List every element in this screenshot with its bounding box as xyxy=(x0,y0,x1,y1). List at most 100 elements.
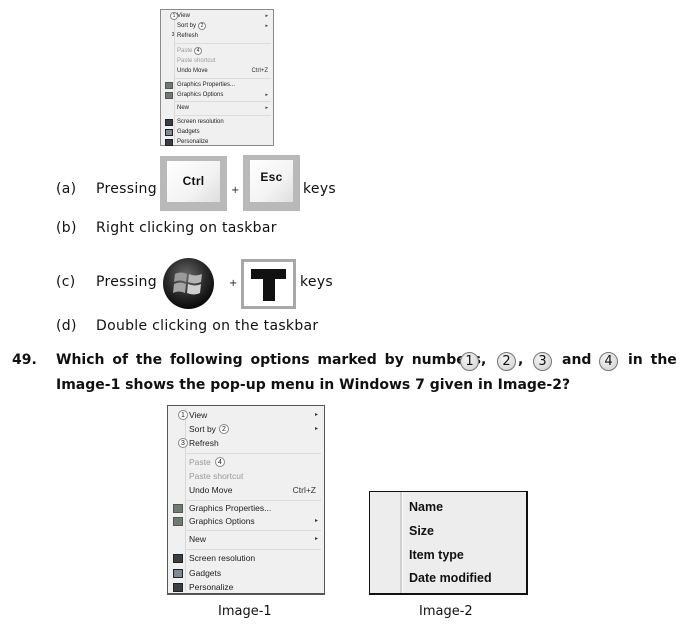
menu-separator xyxy=(175,115,271,116)
menu-item-paste-shortcut[interactable]: Paste shortcut xyxy=(168,469,324,483)
question-number: 49. xyxy=(12,352,37,368)
marker-4: 4 xyxy=(215,457,225,467)
gadgets-icon xyxy=(173,569,183,578)
menu-item-paste-shortcut[interactable]: Paste shortcut xyxy=(161,56,273,66)
submenu-arrow-icon: ▸ xyxy=(314,412,318,418)
marker-2: 2 xyxy=(497,352,516,371)
menu-item-label: Undo Move xyxy=(189,485,233,495)
option-suffix: keys xyxy=(303,181,337,197)
esc-key-icon: Esc xyxy=(243,155,300,211)
question-text-line2: Image-1 shows the pop-up menu in Windows… xyxy=(56,377,571,393)
menu-item-gadgets[interactable]: Gadgets xyxy=(168,566,324,580)
menu-separator xyxy=(175,43,271,44)
menu-item-undo-move[interactable]: Undo Move Ctrl+Z xyxy=(161,66,273,76)
menu-item-label: Paste shortcut xyxy=(189,471,244,481)
menu-item-new[interactable]: New ▸ xyxy=(161,103,273,113)
image-1-caption: Image-1 xyxy=(218,604,272,619)
menu-item-view[interactable]: 1 View ▸ xyxy=(161,11,273,21)
marker-4: 4 xyxy=(599,352,618,371)
submenu-item-name[interactable]: Name xyxy=(409,500,443,514)
menu-item-label: Graphics Properties... xyxy=(189,503,272,513)
menu-item-label: Personalize xyxy=(177,139,209,145)
submenu-arrow-icon: ▸ xyxy=(314,426,318,432)
menu-item-label: New xyxy=(177,105,190,111)
menu-item-label: Paste xyxy=(189,457,211,467)
menu-item-label: Screen resolution xyxy=(189,553,256,563)
menu-gutter xyxy=(400,492,403,593)
menu-item-personalize[interactable]: Personalize xyxy=(168,580,324,594)
menu-item-label: Refresh xyxy=(177,33,199,39)
submenu-arrow-icon: ▸ xyxy=(265,105,268,111)
menu-item-screen-resolution[interactable]: Screen resolution xyxy=(161,117,273,127)
menu-separator xyxy=(186,530,321,531)
monitor-icon xyxy=(173,554,183,563)
marker-2: 2 xyxy=(219,424,229,434)
menu-item-label: Screen resolution xyxy=(177,119,224,125)
windows-logo-key-icon xyxy=(163,258,214,309)
submenu-item-size[interactable]: Size xyxy=(409,524,434,538)
menu-item-sort-by[interactable]: Sort by 2 ▸ xyxy=(161,21,273,31)
question-text-line1-end: in the xyxy=(628,352,677,368)
menu-item-refresh[interactable]: 3 Refresh xyxy=(161,31,273,41)
menu-item-graphics-options[interactable]: Graphics Options ▸ xyxy=(161,90,273,100)
menu-item-label: New xyxy=(189,534,207,544)
menu-item-label: Personalize xyxy=(189,582,234,592)
menu-item-shortcut: Ctrl+Z xyxy=(292,485,316,495)
option-suffix: keys xyxy=(300,274,334,290)
graphics-icon xyxy=(173,504,183,513)
menu-separator xyxy=(175,101,271,102)
graphics-icon xyxy=(165,92,173,99)
key-label: Ctrl xyxy=(182,174,205,188)
gadgets-icon xyxy=(165,129,173,136)
menu-item-label: Gadgets xyxy=(177,129,200,135)
menu-item-label: View xyxy=(189,410,208,420)
comma: , xyxy=(481,352,487,368)
menu-item-personalize[interactable]: Personalize xyxy=(161,137,273,147)
submenu-arrow-icon: ▸ xyxy=(314,518,318,524)
menu-item-shortcut: Ctrl+Z xyxy=(251,68,269,74)
option-letter: (d) xyxy=(56,318,77,334)
submenu-arrow-icon: ▸ xyxy=(314,536,318,542)
option-letter: (a) xyxy=(56,181,77,197)
menu-item-paste[interactable]: Paste 4 xyxy=(161,46,273,56)
comma: , xyxy=(518,352,524,368)
marker-3: 3 xyxy=(533,352,552,371)
menu-item-undo-move[interactable]: Undo Move Ctrl+Z xyxy=(168,483,324,497)
image-2-sort-submenu: Name Size Item type Date modified xyxy=(369,491,528,595)
image-1-context-menu: 1 View ▸ Sort by 2 ▸ 3 Refresh Paste 4 P… xyxy=(167,405,325,595)
menu-item-graphics-options[interactable]: Graphics Options ▸ xyxy=(168,514,324,528)
menu-item-view[interactable]: 1 View ▸ xyxy=(168,408,324,422)
menu-item-label: Sort by xyxy=(189,424,216,434)
submenu-item-date-modified[interactable]: Date modified xyxy=(409,571,492,585)
menu-item-graphics-properties[interactable]: Graphics Properties... xyxy=(161,80,273,90)
menu-item-screen-resolution[interactable]: Screen resolution xyxy=(168,551,324,565)
menu-item-label: Graphics Properties... xyxy=(177,82,236,88)
graphics-icon xyxy=(173,517,183,526)
menu-item-new[interactable]: New ▸ xyxy=(168,532,324,546)
menu-separator xyxy=(186,453,321,454)
menu-item-label: Refresh xyxy=(189,438,219,448)
menu-item-label: Paste shortcut xyxy=(177,58,216,64)
option-text: Right clicking on taskbar xyxy=(96,220,277,236)
menu-item-refresh[interactable]: 3 Refresh xyxy=(168,436,324,450)
marker-1: 1 xyxy=(460,352,479,371)
option-letter: (c) xyxy=(56,274,76,290)
menu-item-graphics-properties[interactable]: Graphics Properties... xyxy=(168,501,324,515)
option-letter: (b) xyxy=(56,220,77,236)
submenu-item-item-type[interactable]: Item type xyxy=(409,548,464,562)
menu-item-paste[interactable]: Paste 4 xyxy=(168,455,324,469)
menu-item-label: Graphics Options xyxy=(189,516,255,526)
menu-item-label: Gadgets xyxy=(189,568,222,578)
menu-item-label: Paste xyxy=(177,48,193,54)
menu-separator xyxy=(186,549,321,550)
personalize-icon xyxy=(165,139,173,146)
graphics-icon xyxy=(165,82,173,89)
submenu-arrow-icon: ▸ xyxy=(265,92,268,98)
menu-item-gadgets[interactable]: Gadgets xyxy=(161,127,273,137)
plus-sign: + xyxy=(229,278,238,289)
monitor-icon xyxy=(165,119,173,126)
option-text: Pressing xyxy=(96,274,157,290)
key-label: Esc xyxy=(260,170,283,184)
menu-item-sort-by[interactable]: Sort by 2 ▸ xyxy=(168,422,324,436)
t-key-icon xyxy=(241,259,296,309)
